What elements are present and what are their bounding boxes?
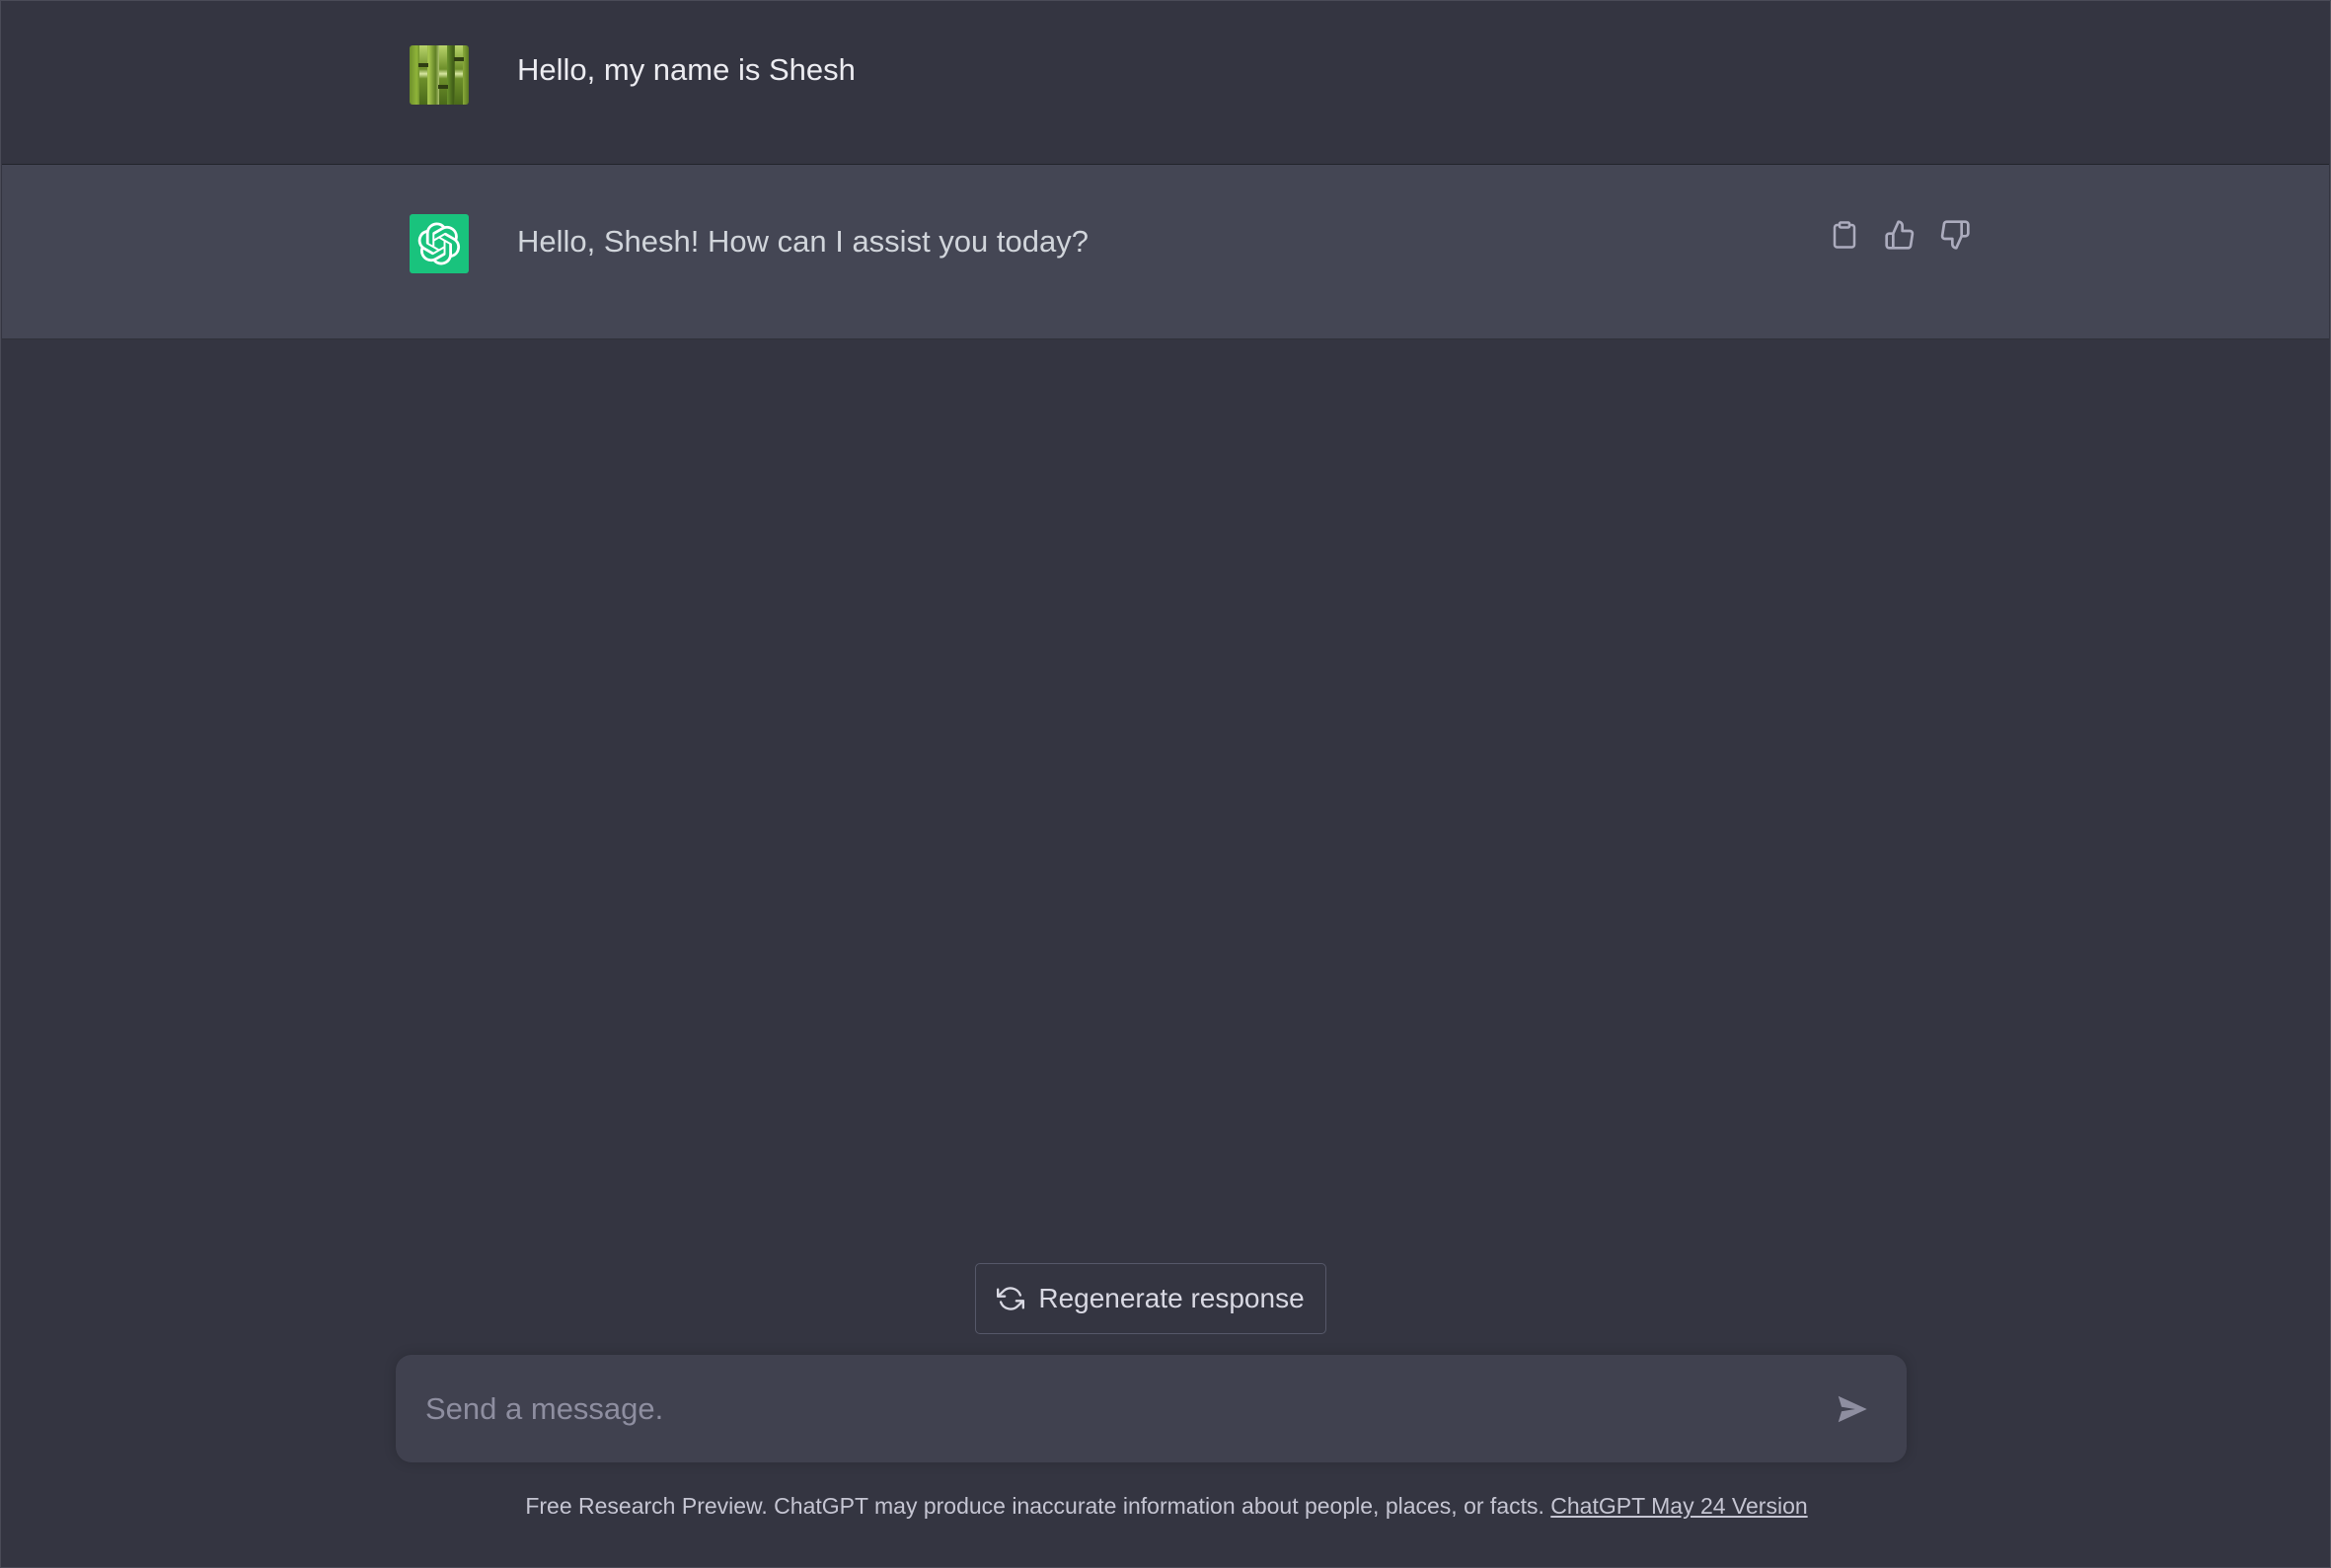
copy-button[interactable] — [1828, 218, 1861, 252]
user-avatar — [410, 45, 469, 105]
bamboo-stalk — [455, 45, 463, 105]
bamboo-stalk — [439, 45, 447, 105]
thumbs-up-button[interactable] — [1883, 218, 1917, 252]
thumbs-up-icon — [1885, 220, 1915, 250]
disclaimer-text: Free Research Preview. ChatGPT may produ… — [525, 1493, 1551, 1519]
regenerate-response-button[interactable]: Regenerate response — [975, 1263, 1326, 1334]
chat-window: Hello, my name is Shesh Hello, Shesh! Ho… — [0, 0, 2331, 1568]
send-button[interactable] — [1832, 1388, 1873, 1430]
version-link[interactable]: ChatGPT May 24 Version — [1550, 1493, 1807, 1519]
user-message-row: Hello, my name is Shesh — [2, 1, 2329, 165]
bamboo-stalk — [419, 45, 427, 105]
thumbs-down-button[interactable] — [1938, 218, 1972, 252]
send-icon — [1838, 1395, 1867, 1423]
bamboo-node — [438, 85, 448, 89]
message-actions — [1828, 218, 1972, 252]
assistant-message-text: Hello, Shesh! How can I assist you today… — [517, 224, 1089, 259]
user-message-text: Hello, my name is Shesh — [517, 52, 856, 87]
message-composer — [396, 1355, 1907, 1462]
assistant-message-row: Hello, Shesh! How can I assist you today… — [2, 165, 2329, 339]
regenerate-label: Regenerate response — [1038, 1283, 1305, 1313]
bamboo-node — [418, 63, 428, 67]
message-input[interactable] — [425, 1355, 1807, 1462]
clipboard-icon — [1833, 221, 1856, 249]
disclaimer-footer: Free Research Preview. ChatGPT may produ… — [1, 1491, 2331, 1521]
bamboo-node — [454, 57, 464, 61]
openai-logo-icon — [410, 214, 469, 273]
refresh-icon — [997, 1287, 1025, 1310]
thumbs-down-icon — [1940, 220, 1970, 250]
